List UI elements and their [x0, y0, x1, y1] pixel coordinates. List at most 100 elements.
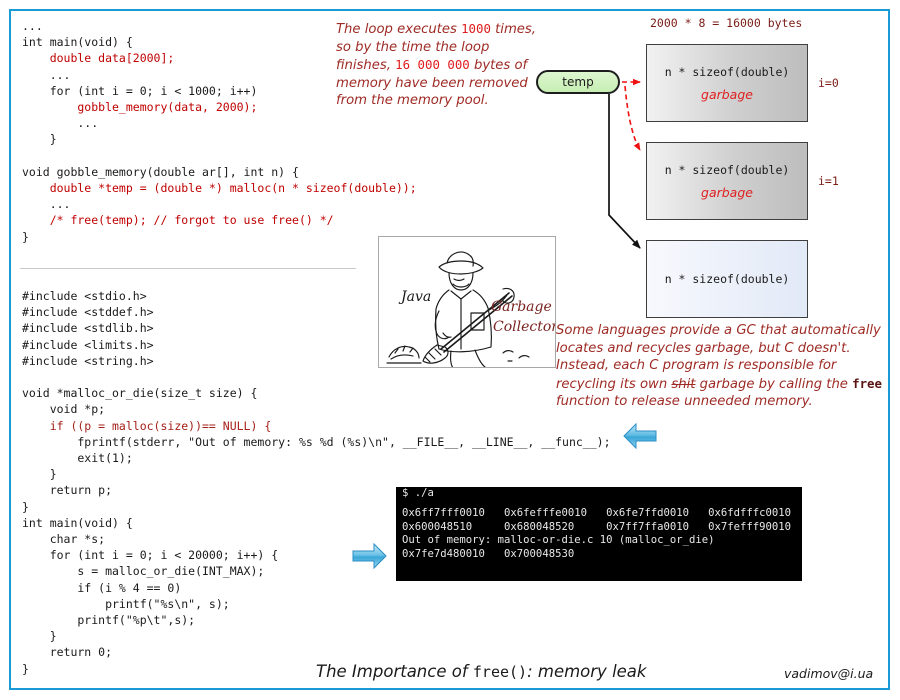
annotation-gc-explanation: Some languages provide a GC that automat… [556, 322, 894, 411]
terminal-prompt-line: $ ./a [402, 487, 434, 499]
code-text: ... [22, 116, 99, 131]
section-divider [20, 268, 356, 269]
code-text: } [22, 629, 57, 644]
code-text: #include <stddef.h> [22, 305, 154, 320]
java-garbage-collector-illustration: Java Garbage Collector [378, 236, 556, 368]
code-text: if (i % 4 == 0) [22, 580, 182, 595]
code-line [22, 148, 417, 164]
memory-block-garbage-label: garbage [701, 184, 753, 200]
code-line: if (i % 4 == 0) [22, 580, 611, 596]
code-text: for (int i = 0; i < 20000; i++) { [22, 548, 279, 563]
code-line: ... [22, 196, 417, 212]
memory-block-0: n * sizeof(double) garbage [646, 44, 808, 122]
diagram-size-label: 2000 * 8 = 16000 bytes [650, 16, 803, 30]
connector-temp-to-block2 [608, 94, 641, 249]
code-text: double *temp = (double *) malloc(n * siz… [22, 181, 417, 196]
code-line: double *temp = (double *) malloc(n * siz… [22, 180, 417, 196]
code-line [22, 369, 611, 385]
annotation-text: shit [671, 376, 696, 392]
terminal-line: Out of memory: malloc-or-die.c 10 (mallo… [402, 534, 715, 547]
code-text: ... [22, 67, 71, 82]
code-text: return p; [22, 483, 113, 498]
memory-block-index-1: i=1 [818, 174, 839, 188]
slide-title-post: : memory leak [527, 662, 647, 681]
code-text: return 0; [22, 645, 113, 660]
code-text: if ((p = malloc(size))== NULL) { [22, 418, 272, 433]
annotation-text: The loop executes [336, 22, 462, 37]
gc-caption-garbage: Garbage [491, 299, 552, 315]
annotation-text: 1000 [461, 21, 491, 36]
annotation-loop-explanation: The loop executes 1000 times, so by the … [336, 20, 536, 110]
code-line: exit(1); [22, 450, 611, 466]
terminal-body: 0x6ff7fff0010 0x6fefffe0010 0x6fe7ffd001… [396, 507, 802, 561]
code-text: fprintf(stderr, "Out of memory: %s %d (%… [22, 434, 611, 449]
code-text: ... [22, 19, 43, 33]
code-line: } [22, 229, 417, 245]
code-text: /* free(temp); // forgot to use free() *… [22, 213, 334, 228]
code-text: gobble_memory(data, 2000); [22, 100, 258, 115]
code-text: } [22, 229, 29, 244]
code-line: void gobble_memory(double ar[], int n) { [22, 164, 417, 180]
code-line: printf("%p\t",s); [22, 612, 611, 628]
annotation-text: free [852, 375, 882, 391]
slide-canvas: ... int main(void) { double data[2000]; .… [0, 0, 900, 700]
code-line: fprintf(stderr, "Out of memory: %s %d (%… [22, 434, 611, 450]
terminal-line: 0x6ff7fff0010 0x6fefffe0010 0x6fe7ffd001… [402, 507, 792, 520]
code-text: } [22, 661, 29, 676]
gc-caption-collector: Collector [493, 319, 556, 335]
memory-block-index-0: i=0 [818, 76, 839, 90]
code-line: void *p; [22, 401, 611, 417]
code-line: } [22, 466, 611, 482]
code-line: ... [22, 115, 417, 131]
code-line: printf("%s\n", s); [22, 596, 611, 612]
code-line: } [22, 131, 417, 147]
code-text: printf("%s\n", s); [22, 596, 230, 611]
code-text: printf("%p\t",s); [22, 613, 196, 628]
code-text: } [22, 132, 57, 147]
code-text: int main(void) { [22, 515, 133, 530]
slide-title-pre: The Importance of [316, 662, 473, 681]
code-text: #include <stdio.h> [22, 289, 147, 303]
annotation-text: 16 000 000 [395, 57, 470, 73]
terminal-line: 0x7fe7d480010 0x700048530 [402, 547, 575, 560]
pointer-arrow-left-icon [622, 420, 658, 452]
code-text: ... [22, 197, 71, 212]
code-text: char *s; [22, 532, 106, 547]
code-line: if ((p = malloc(size))== NULL) { [22, 418, 611, 434]
memory-block-1: n * sizeof(double) garbage [646, 142, 808, 220]
memory-block-2: n * sizeof(double) [646, 240, 808, 318]
code-line: /* free(temp); // forgot to use free() *… [22, 212, 417, 228]
code-text: void *malloc_or_die(size_t size) { [22, 386, 258, 401]
terminal-line: 0x600048510 0x680048520 0x7ff7ffa0010 0x… [402, 520, 792, 533]
code-text: #include <stdlib.h> [22, 321, 154, 336]
code-line: return 0; [22, 644, 611, 660]
memory-block-label: n * sizeof(double) [664, 272, 790, 286]
code-line: void *malloc_or_die(size_t size) { [22, 385, 611, 401]
memory-block-garbage-label: garbage [701, 86, 753, 102]
connector-temp-to-block1 [624, 85, 641, 151]
pointer-node-temp: temp [536, 70, 620, 94]
annotation-text: garbage by calling the [695, 376, 853, 392]
slide-title-free: free() [472, 663, 528, 681]
code-text: exit(1); [22, 451, 133, 466]
code-text: } [22, 467, 57, 482]
code-text: #include <limits.h> [22, 337, 154, 352]
annotation-text: function to release unneeded memory. [556, 394, 813, 410]
gc-caption-java: Java [401, 289, 432, 305]
pointer-arrow-right-icon [350, 540, 388, 572]
code-text: } [22, 499, 29, 514]
code-text: for (int i = 0; i < 1000; i++) [22, 83, 258, 98]
code-text: s = malloc_or_die(INT_MAX); [22, 564, 265, 579]
code-text: void gobble_memory(double ar[], int n) { [22, 164, 299, 179]
code-text: void *p; [22, 402, 106, 417]
memory-block-label: n * sizeof(double) [664, 64, 790, 79]
code-text: #include <string.h> [22, 353, 154, 368]
memory-block-label: n * sizeof(double) [664, 162, 790, 177]
terminal-output: $ ./a 0x6ff7fff0010 0x6fefffe0010 0x6fe7… [396, 487, 802, 581]
code-line: } [22, 628, 611, 644]
author-email: vadimov@i.ua [784, 666, 874, 681]
code-text: double data[2000]; [22, 51, 175, 66]
code-text: int main(void) { [22, 35, 133, 50]
